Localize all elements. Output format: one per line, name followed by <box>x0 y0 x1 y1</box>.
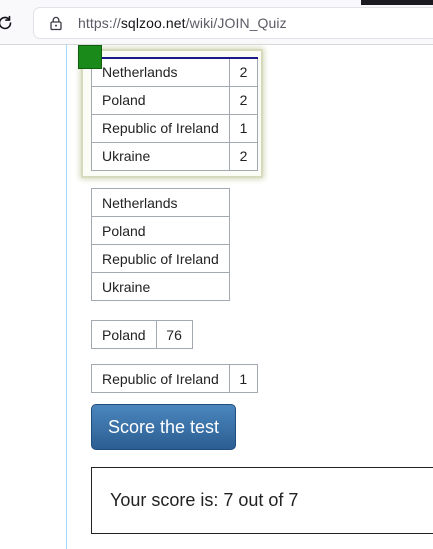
table-row: Netherlands <box>91 188 230 217</box>
count-cell: 1 <box>228 364 258 393</box>
url-path: /wiki/JOIN_Quiz <box>185 15 287 31</box>
score-text: Your score is: 7 out of 7 <box>110 490 299 510</box>
country-cell: Poland <box>91 216 230 245</box>
count-cell: 2 <box>229 57 258 87</box>
table-row: Republic of Ireland 1 <box>91 113 258 143</box>
score-test-button[interactable]: Score the test <box>91 404 236 450</box>
country-cell: Republic of Ireland <box>91 113 230 143</box>
url-prefix: https:// <box>78 15 121 31</box>
score-result-box: Your score is: 7 out of 7 <box>91 467 433 534</box>
table-row: Poland 2 <box>91 85 258 115</box>
country-cell: Ukraine <box>91 141 230 171</box>
url-text: https://sqlzoo.net/wiki/JOIN_Quiz <box>78 15 287 31</box>
browser-window: https://sqlzoo.net/wiki/JOIN_Quiz Nether… <box>0 0 433 549</box>
reload-icon[interactable] <box>0 14 14 32</box>
count-cell: 1 <box>229 113 258 143</box>
answer-option-ireland[interactable]: Republic of Ireland 1 <box>91 364 258 393</box>
count-cell: 2 <box>229 141 258 171</box>
window-title-strip <box>361 0 433 5</box>
table-row: Republic of Ireland 1 <box>91 364 258 393</box>
answer-option-countries[interactable]: Netherlands Poland Republic of Ireland U… <box>91 188 230 301</box>
country-cell: Republic of Ireland <box>91 244 230 273</box>
url-host: sqlzoo.net <box>120 15 186 31</box>
table-row: Poland 76 <box>91 320 193 349</box>
table-row: Poland <box>91 216 230 245</box>
browser-toolbar: https://sqlzoo.net/wiki/JOIN_Quiz <box>0 0 433 45</box>
answer-option-poland[interactable]: Poland 76 <box>91 320 193 349</box>
table-row: Ukraine <box>91 272 230 301</box>
check-icon <box>78 45 102 69</box>
lock-icon[interactable] <box>48 15 64 31</box>
country-cell: Netherlands <box>91 57 230 87</box>
table-row: Ukraine 2 <box>91 141 258 171</box>
country-cell: Ukraine <box>91 272 230 301</box>
count-cell: 76 <box>155 320 193 349</box>
selected-answer-table[interactable]: Netherlands 2 Poland 2 Republic of Irela… <box>91 57 258 171</box>
table-row: Netherlands 2 <box>91 57 258 87</box>
country-cell: Poland <box>91 320 157 349</box>
content-left-border <box>66 44 67 549</box>
country-cell: Republic of Ireland <box>91 364 230 393</box>
country-cell: Poland <box>91 85 230 115</box>
address-bar[interactable]: https://sqlzoo.net/wiki/JOIN_Quiz <box>34 8 433 38</box>
count-cell: 2 <box>229 85 258 115</box>
table-row: Republic of Ireland <box>91 244 230 273</box>
country-cell: Netherlands <box>91 188 230 217</box>
